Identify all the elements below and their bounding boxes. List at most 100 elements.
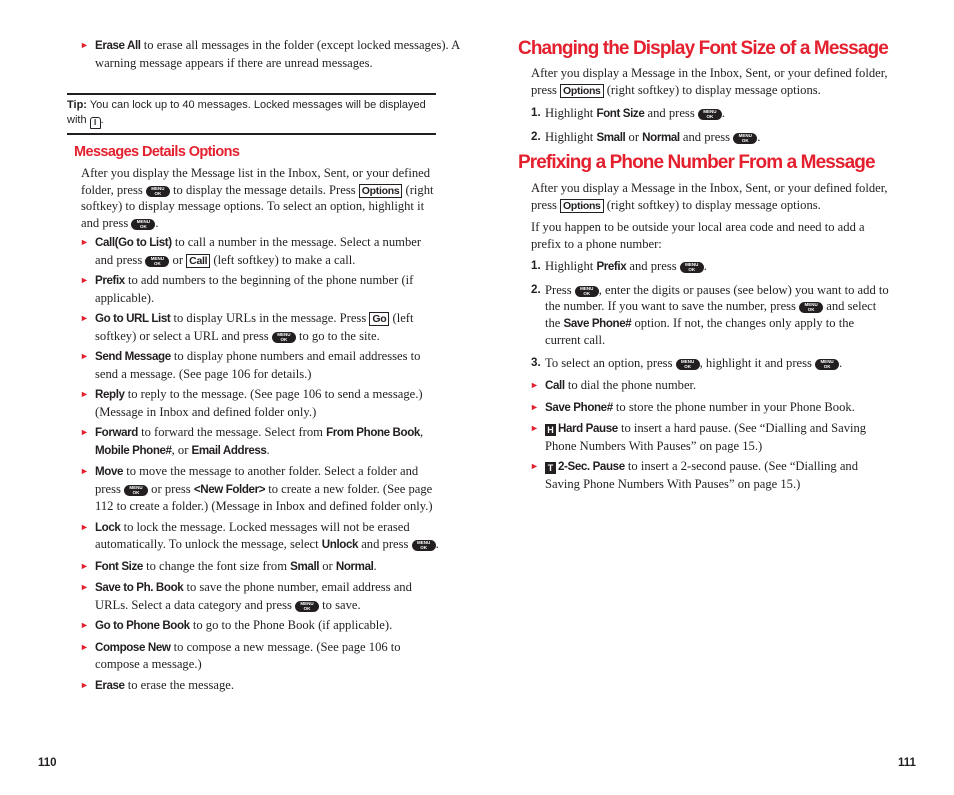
text: Press <box>545 282 575 297</box>
text: to display URLs in the message. Press <box>170 311 370 325</box>
step-1: 1. Highlight Font Size and press MENU OK. <box>531 105 891 123</box>
option-hard-pause: ► H Hard Pause to insert a hard pause. (Se… <box>517 420 891 454</box>
bullet-arrow-icon: ► <box>80 40 89 50</box>
tip-box: Tip: You can lock up to 40 messages. Loc… <box>67 93 436 135</box>
menu-ok-key-icon: MENU OK <box>697 109 722 120</box>
option-go-to-phone-book: ► Go to Phone Book to go to the Phone Boo… <box>67 617 439 635</box>
option-term: 2-Sec. Pause <box>558 460 625 473</box>
text: . <box>373 558 377 573</box>
prefix-section-paragraph: If you happen to be outside your local a… <box>531 220 865 251</box>
text: to dial the phone number. <box>564 378 697 392</box>
text: . <box>266 442 270 457</box>
section-title-prefix: Prefixing a Phone Number From a Message <box>518 152 876 173</box>
option-move: ► Move to move the message to another fol… <box>67 463 439 515</box>
text: Highlight <box>545 259 597 273</box>
option-term: Reply <box>95 388 125 401</box>
step-number: 3. <box>531 355 541 369</box>
option-erase: ► Erase to erase the message. <box>67 677 439 695</box>
option-term: Compose New <box>95 640 171 654</box>
option-term: Lock <box>95 520 121 534</box>
step-number: 2. <box>531 129 541 143</box>
step-number: 1. <box>531 106 541 119</box>
options-softkey: Options <box>560 198 604 213</box>
menu-ok-key-icon: MENU OK <box>799 302 824 313</box>
bullet-arrow-icon: ► <box>80 313 89 323</box>
option-term: Erase <box>95 678 125 692</box>
option-name: Email Address <box>191 443 267 457</box>
bullet-arrow-icon: ► <box>530 380 539 390</box>
menu-ok-key-icon: MENU OK <box>145 255 170 267</box>
option-go-to-url-list: ► Go to URL List to display URLs in the m… <box>67 310 439 344</box>
text: . <box>721 106 726 120</box>
option-name: Font Size <box>596 107 645 120</box>
step-1: 1. Highlight Prefix and press MENU OK. <box>531 258 891 276</box>
option-term: Send Message <box>95 350 171 363</box>
option-term: Go to Phone Book <box>95 619 190 632</box>
bullet-arrow-icon: ► <box>80 351 89 361</box>
text: to erase the message. <box>124 677 235 692</box>
bullet-arrow-icon: ► <box>80 389 89 399</box>
option-name: Normal <box>335 559 374 573</box>
option-term: Prefix <box>95 274 125 287</box>
text: . <box>757 129 761 144</box>
options-softkey: Options <box>358 183 403 198</box>
bullet-arrow-icon: ► <box>530 461 539 471</box>
section-title-font-size: Changing the Display Font Size of a Mess… <box>518 38 889 59</box>
text: or <box>625 129 643 144</box>
option-save-to-phone-book: ► Save to Ph. Book to save the phone numb… <box>67 579 439 613</box>
bullet-arrow-icon: ► <box>80 427 89 437</box>
text: , or <box>171 442 192 457</box>
option-name: From Phone Book <box>326 426 420 439</box>
text: to forward the message. Select from <box>137 425 327 439</box>
menu-ok-key-icon: MENU OK <box>145 185 170 197</box>
option-term: Save to Ph. Book <box>95 581 184 594</box>
option-2-sec-pause: ► T 2-Sec. Pause to insert a 2-second paus… <box>517 458 891 492</box>
menu-ok-key-icon: MENU OK <box>295 600 320 612</box>
text: to add numbers to the beginning of the p… <box>95 273 414 305</box>
option-term: Font Size <box>95 559 143 573</box>
text: , highlight it and press <box>699 355 816 370</box>
menu-ok-key-icon: MENU OK <box>271 331 296 343</box>
text: . <box>435 537 439 551</box>
option-term: Save Phone# <box>545 400 613 414</box>
text: to reply to the message. (See page 106 t… <box>95 387 423 419</box>
menu-ok-key-icon: MENU OK <box>574 285 599 297</box>
text: (left softkey) to make a call. <box>210 252 356 267</box>
option-prefix: ► Prefix to add numbers to the beginning … <box>67 272 439 306</box>
bullet-arrow-icon: ► <box>80 560 89 571</box>
menu-ok-key-icon: MENU OK <box>124 484 149 496</box>
message-details-intro: After you display the Message list in th… <box>81 165 439 231</box>
page-number-right: 111 <box>898 757 916 769</box>
step-number: 2. <box>531 282 541 296</box>
option-save-phone: ► Save Phone# to store the phone number i… <box>517 399 891 417</box>
menu-ok-key-icon: MENU OK <box>815 358 840 370</box>
option-term: Call <box>545 379 565 392</box>
options-softkey: Options <box>560 83 604 98</box>
option-send-message: ► Send Message to display phone numbers a… <box>67 348 439 382</box>
bullet-arrow-icon: ► <box>80 620 89 630</box>
tip-label: Tip: <box>67 99 87 111</box>
step-number: 1. <box>531 259 541 272</box>
step-3: 3. To select an option, press MENU OK, hig… <box>531 355 891 372</box>
option-compose-new: ► Compose New to compose a new message. (… <box>67 639 439 673</box>
step-2: 2. Highlight Small or Normal and press ME… <box>531 129 891 147</box>
font-section-intro: After you display a Message in the Inbox… <box>531 65 891 98</box>
text: to go to the Phone Book (if applicable). <box>189 618 393 632</box>
hard-pause-icon: H <box>545 424 556 436</box>
text: or <box>169 252 187 267</box>
option-name: Small <box>290 559 320 573</box>
bullet-arrow-icon: ► <box>530 401 539 412</box>
bullet-arrow-icon: ► <box>80 679 89 690</box>
text: Highlight <box>545 129 597 144</box>
option-term: Erase All <box>95 39 141 52</box>
option-name: Save Phone# <box>563 316 632 330</box>
page-number-left: 110 <box>38 757 57 769</box>
tip-end: . <box>100 114 104 126</box>
option-name: Unlock <box>321 538 359 551</box>
option-name: Small <box>596 130 626 144</box>
text: Highlight <box>545 106 597 120</box>
bullet-arrow-icon: ► <box>80 237 89 247</box>
timed-pause-icon: T <box>545 462 556 474</box>
option-term: Hard Pause <box>558 422 618 435</box>
text: to display the message details. Press <box>169 182 359 197</box>
